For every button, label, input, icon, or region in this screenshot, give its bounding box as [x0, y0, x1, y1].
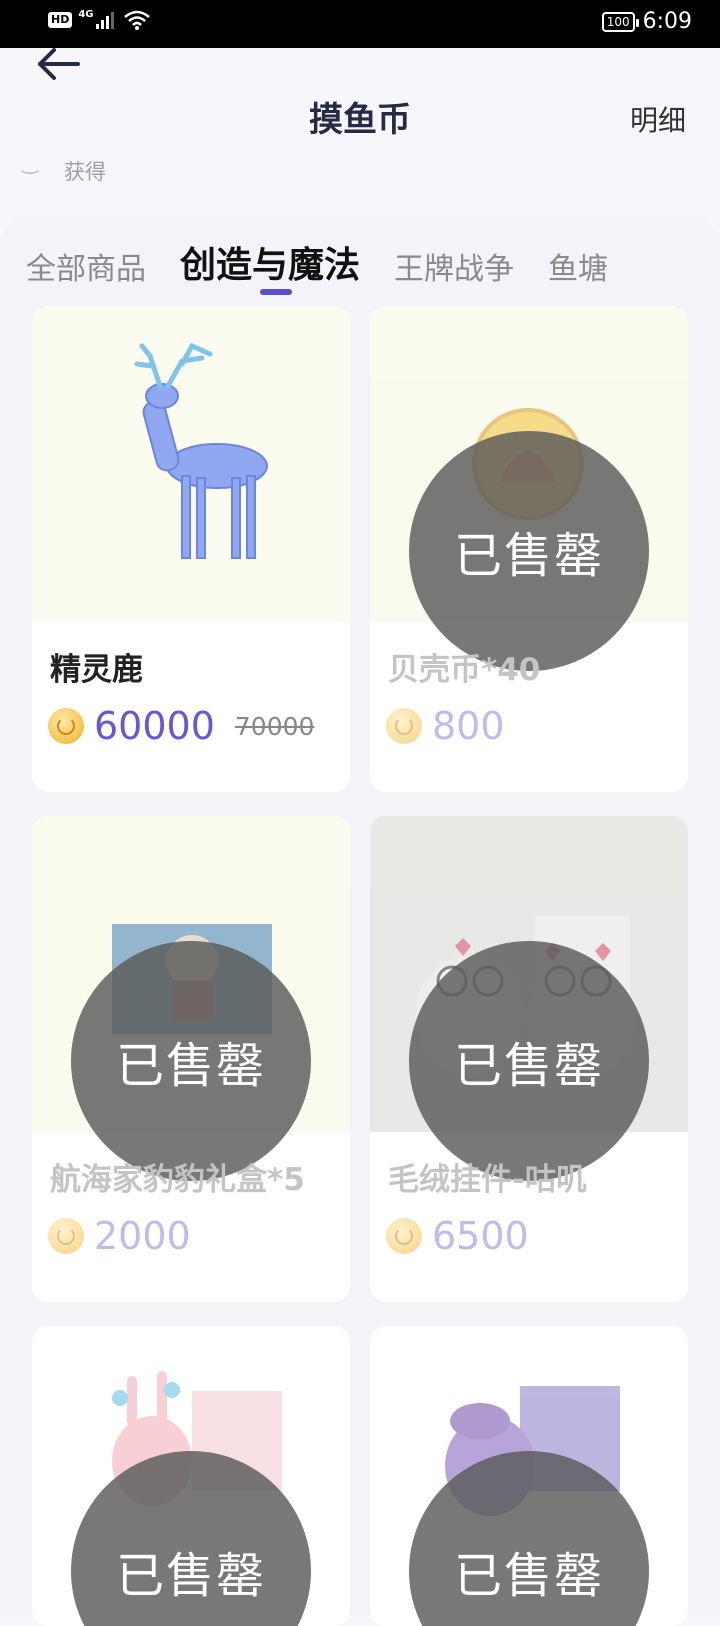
- sold-out-badge: 已售罄: [71, 941, 311, 1181]
- product-card[interactable]: 已售罄: [32, 1326, 350, 1626]
- fish-coin-icon: [48, 1218, 84, 1254]
- signal-icon: [95, 12, 114, 29]
- spirit-deer-image: [32, 306, 350, 622]
- product-card[interactable]: 已售罄 毛绒挂件-咕叽 6500: [370, 816, 688, 1302]
- battery-icon: 100: [601, 11, 639, 32]
- product-card[interactable]: 已售罄 航海家豹豹礼盒*5 2000: [32, 816, 350, 1302]
- clock: 6:09: [642, 9, 692, 34]
- sold-out-badge: 已售罄: [409, 941, 649, 1181]
- product-name: 毛绒挂件-咕叽: [388, 1162, 587, 1198]
- tab-creation-magic[interactable]: 创造与魔法: [180, 236, 360, 288]
- wifi-icon: [123, 10, 150, 30]
- page-title: 摸鱼币: [309, 100, 411, 140]
- product-name: 航海家豹豹礼盒*5: [50, 1162, 305, 1198]
- hd-badge: HD: [48, 12, 73, 28]
- divider-mark: ‿: [22, 150, 39, 174]
- fish-coin-icon: [48, 708, 84, 744]
- back-button[interactable]: [34, 44, 84, 84]
- original-price: 70000: [234, 711, 315, 741]
- product-name: 贝壳币*40: [388, 652, 541, 688]
- product-price: 2000: [94, 1214, 191, 1258]
- product-card[interactable]: 已售罄: [370, 1326, 688, 1626]
- product-image: [32, 306, 350, 622]
- tab-fish-pond[interactable]: 鱼塘: [548, 244, 608, 288]
- price-row: 6500: [386, 1214, 529, 1258]
- arrow-left-icon: [38, 48, 80, 80]
- tab-ace-war[interactable]: 王牌战争: [394, 244, 514, 288]
- price-row: 800: [386, 704, 505, 748]
- product-price: 800: [432, 704, 505, 748]
- price-row: 60000 70000: [48, 704, 314, 748]
- status-bar: HD 4G 100 6:09: [0, 0, 720, 48]
- category-tabs: 全部商品 创造与魔法 王牌战争 鱼塘: [26, 236, 642, 288]
- tab-all-products[interactable]: 全部商品: [26, 244, 146, 288]
- product-price: 60000: [94, 704, 215, 748]
- sold-out-badge: 已售罄: [409, 431, 649, 671]
- network-type: 4G: [78, 8, 94, 20]
- product-card[interactable]: 已售罄 贝壳币*40 800: [370, 306, 688, 792]
- product-card[interactable]: 精灵鹿 60000 70000: [32, 306, 350, 792]
- detail-link[interactable]: 明细: [630, 99, 686, 139]
- product-name: 精灵鹿: [50, 652, 143, 688]
- earn-hint: 获得: [64, 160, 106, 184]
- product-price: 6500: [432, 1214, 529, 1258]
- fish-coin-icon: [386, 1218, 422, 1254]
- price-row: 2000: [48, 1214, 191, 1258]
- fish-coin-icon: [386, 708, 422, 744]
- active-tab-indicator: [260, 289, 292, 295]
